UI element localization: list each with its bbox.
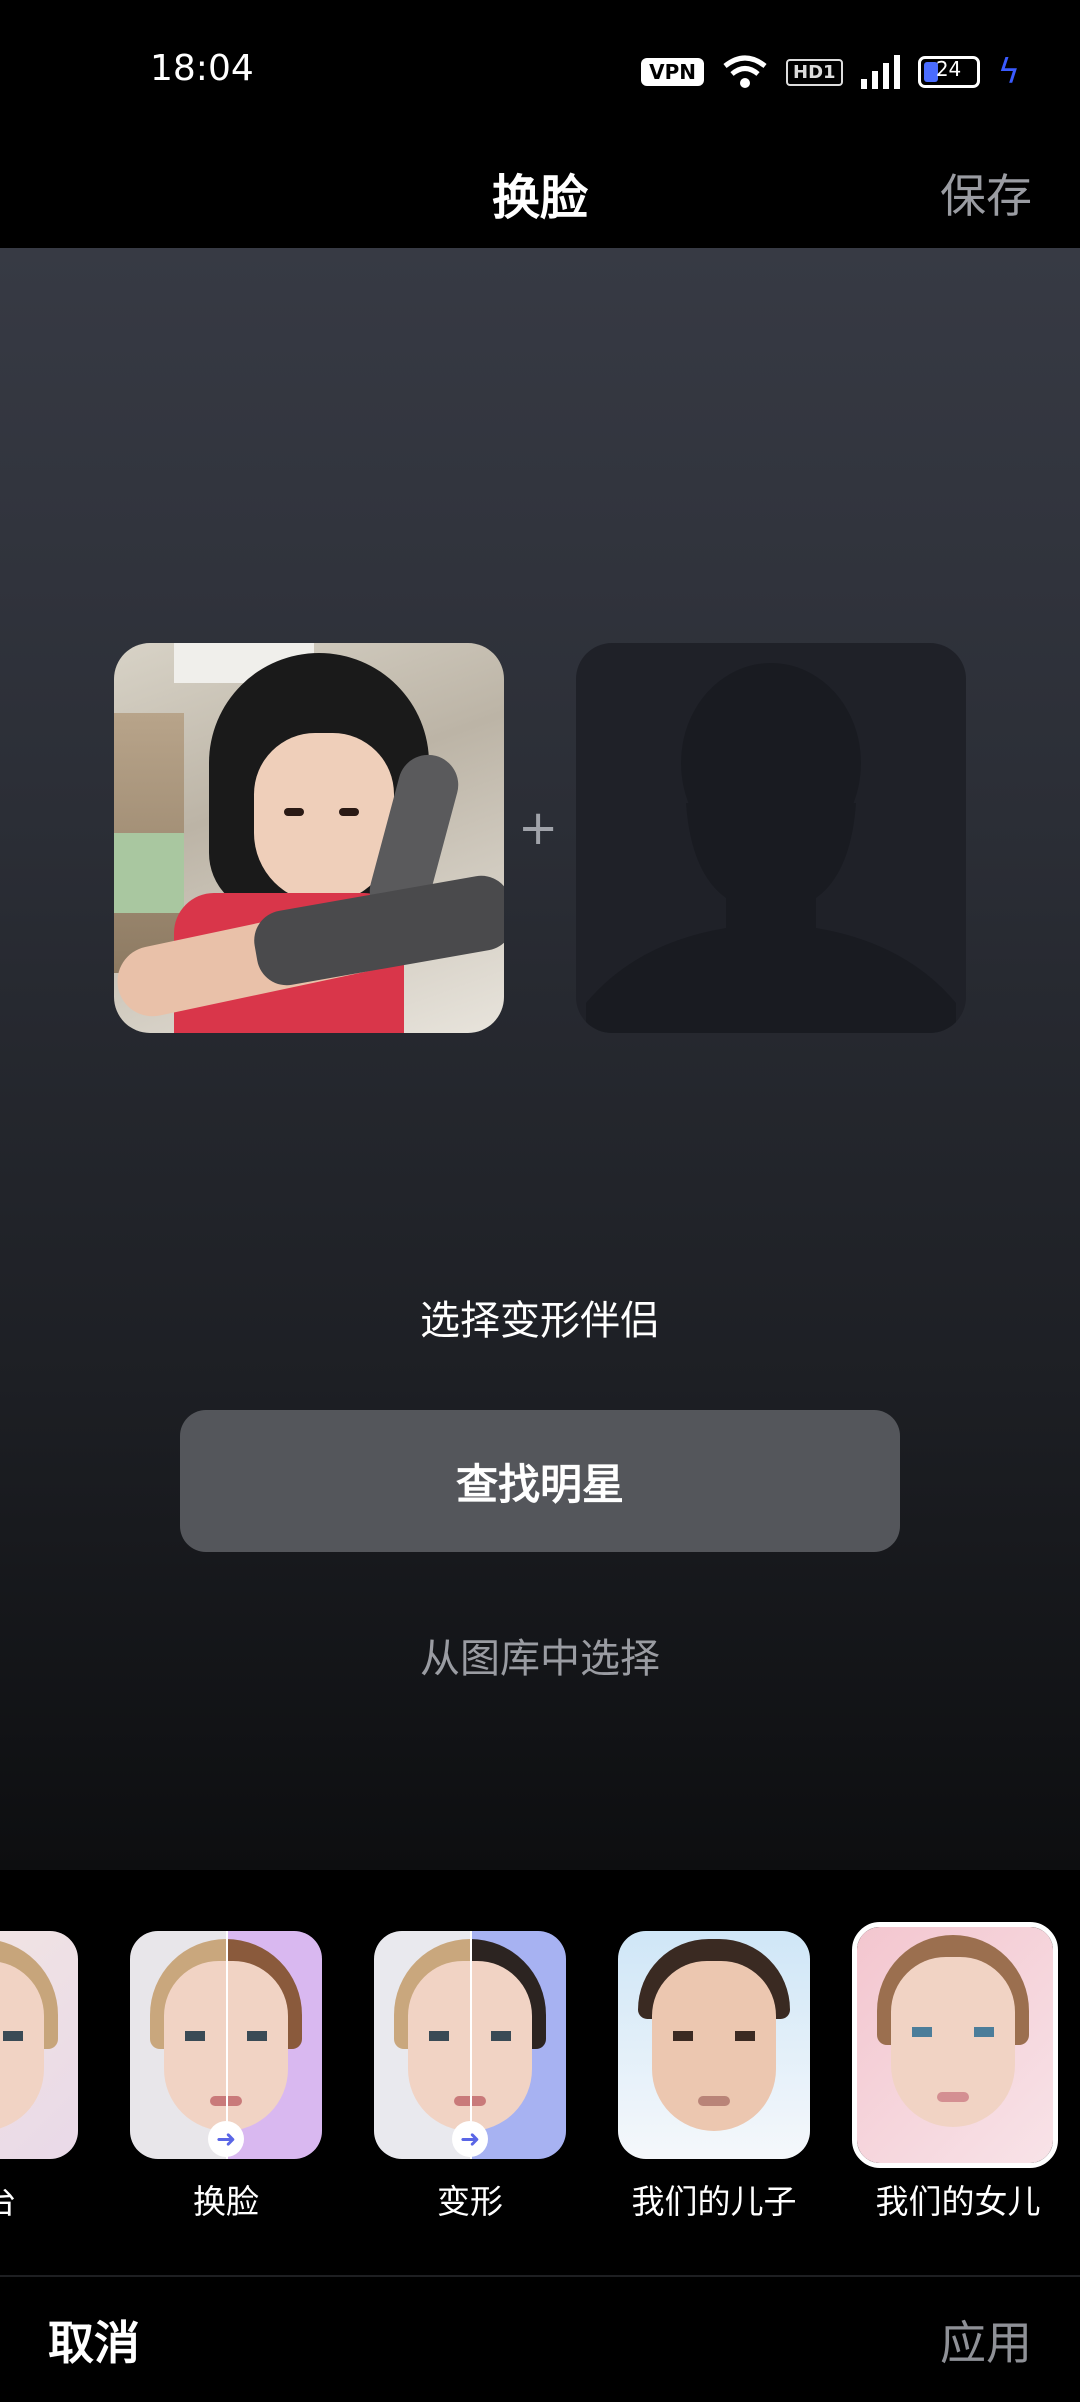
filter-label: 变形 bbox=[437, 2182, 503, 2221]
charging-icon: ϟ bbox=[997, 52, 1020, 92]
top-bar: 换脸 保存 bbox=[0, 140, 1080, 248]
filter-card[interactable] bbox=[618, 1931, 810, 2159]
find-star-label: 查找明星 bbox=[455, 1459, 624, 1509]
status-time: 18:04 bbox=[150, 48, 254, 89]
vpn-icon: VPN bbox=[641, 58, 705, 86]
cancel-button[interactable]: 取消 bbox=[48, 2307, 140, 2373]
save-button[interactable]: 保存 bbox=[940, 160, 1032, 226]
filter-label: 台 bbox=[0, 2182, 17, 2221]
hd-icon: HD1 bbox=[786, 58, 843, 86]
filter-card[interactable]: ➜ bbox=[130, 1931, 322, 2159]
plus-icon: + bbox=[518, 800, 559, 856]
status-bar: 18:04 VPN HD1 24 ϟ bbox=[0, 0, 1080, 140]
wifi-icon bbox=[723, 55, 767, 88]
filter-label: 换脸 bbox=[193, 2182, 259, 2221]
find-star-button[interactable]: 查找明星 bbox=[180, 1410, 900, 1552]
choose-partner-label: 选择变形伴侣 bbox=[420, 1298, 660, 1344]
signal-icon bbox=[860, 55, 900, 89]
filter-card-selected[interactable] bbox=[852, 1922, 1058, 2168]
arrow-right-icon: ➜ bbox=[208, 2121, 244, 2157]
apply-button[interactable]: 应用 bbox=[940, 2307, 1032, 2373]
source-photo[interactable] bbox=[114, 643, 504, 1033]
bottom-bar: 取消 应用 bbox=[0, 2275, 1080, 2402]
battery-level: 24 bbox=[935, 57, 962, 81]
filter-label: 我们的儿子 bbox=[631, 2182, 797, 2221]
filter-card[interactable]: ➜ bbox=[374, 1931, 566, 2159]
battery-icon: 24 bbox=[917, 56, 980, 88]
partner-placeholder[interactable] bbox=[576, 643, 966, 1033]
person-silhouette-icon bbox=[586, 663, 956, 1033]
filter-strip: 台 ➜ 换脸 ➜ 变形 我们的儿子 我们的女儿 bbox=[0, 1870, 1080, 2275]
filter-label: 我们的女儿 bbox=[875, 2182, 1041, 2221]
page-title: 换脸 bbox=[491, 170, 588, 226]
choose-from-gallery-link[interactable]: 从图库中选择 bbox=[0, 1626, 1080, 1684]
editor-canvas: + 选择变形伴侣 查找明星 从图库中选择 bbox=[0, 248, 1080, 1870]
filter-card[interactable] bbox=[0, 1931, 78, 2159]
arrow-right-icon: ➜ bbox=[452, 2121, 488, 2157]
status-icons: VPN HD1 24 ϟ bbox=[641, 50, 1020, 94]
